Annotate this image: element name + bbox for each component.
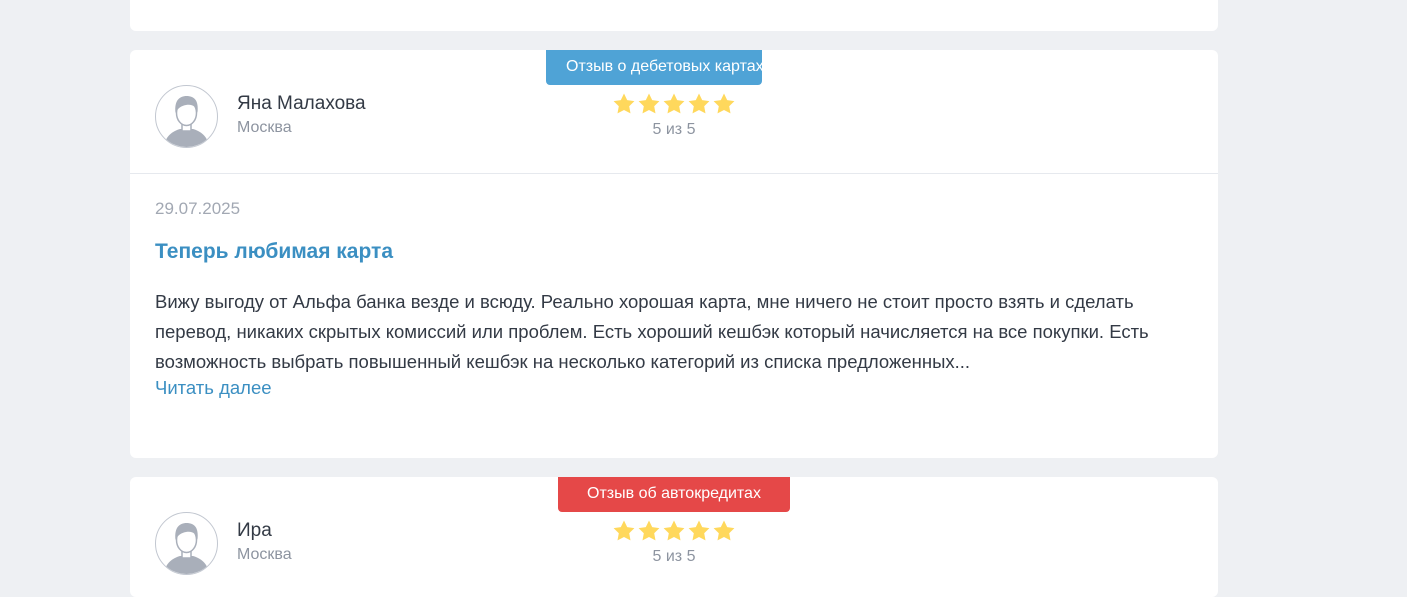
star-icon <box>613 520 635 541</box>
star-icon <box>613 93 635 114</box>
review-category-badge[interactable]: Отзыв об автокредитах <box>558 477 790 512</box>
review-date: 29.07.2025 <box>155 199 241 218</box>
review-card: Отзыв об автокредитах Ира Москва 5 из 5 <box>130 477 1218 597</box>
avatar <box>155 512 218 575</box>
star-icon <box>713 520 735 541</box>
divider <box>130 173 1218 174</box>
author-name: Ира <box>237 520 272 541</box>
rating-stars <box>612 519 736 543</box>
star-icon <box>688 520 710 541</box>
author-name: Яна Малахова <box>237 93 366 114</box>
review-card-previous <box>130 0 1218 31</box>
star-icon <box>663 93 685 114</box>
star-icon <box>638 520 660 541</box>
read-more-link[interactable]: Читать далее <box>155 377 272 399</box>
star-icon <box>638 93 660 114</box>
star-icon <box>713 93 735 114</box>
rating-text: 5 из 5 <box>652 548 696 565</box>
star-icon <box>688 93 710 114</box>
user-silhouette-icon <box>164 523 209 574</box>
review-text: Вижу выгоду от Альфа банка везде и всюду… <box>155 291 1149 372</box>
review-card: Отзыв о дебетовых картах Яна Малахова Мо… <box>130 50 1218 458</box>
star-icon <box>663 520 685 541</box>
user-silhouette-icon <box>164 96 209 147</box>
review-title[interactable]: Теперь любимая карта <box>155 240 393 264</box>
review-category-badge[interactable]: Отзыв о дебетовых картах <box>546 50 764 85</box>
rating-text: 5 из 5 <box>652 121 696 138</box>
author-city: Москва <box>237 119 292 136</box>
avatar <box>155 85 218 148</box>
rating-stars <box>612 92 736 116</box>
author-city: Москва <box>237 546 292 563</box>
